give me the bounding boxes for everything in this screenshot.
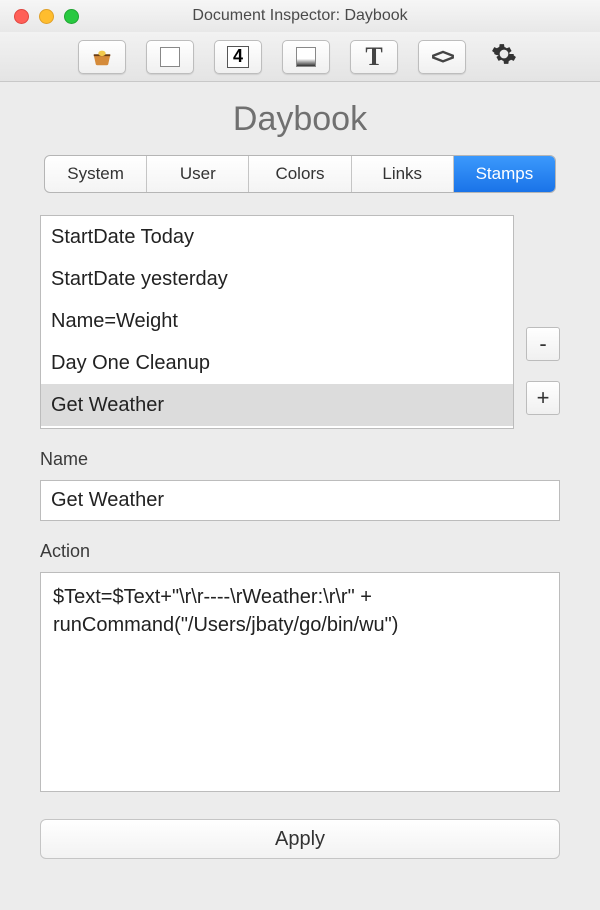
page-title: Daybook xyxy=(0,82,600,155)
basket-icon xyxy=(91,46,113,68)
tab-user[interactable]: User xyxy=(147,156,249,192)
text-icon: T xyxy=(365,42,382,72)
toolbar: 4 T <> xyxy=(0,32,600,82)
list-item[interactable]: Day One Cleanup xyxy=(41,342,513,384)
stamps-list[interactable]: StartDate TodayStartDate yesterdayName=W… xyxy=(40,215,514,429)
list-item[interactable]: StartDate yesterday xyxy=(41,258,513,300)
toolbar-blank-button[interactable] xyxy=(146,40,194,74)
toolbar-basket-button[interactable] xyxy=(78,40,126,74)
tab-system[interactable]: System xyxy=(45,156,147,192)
titlebar: Document Inspector: Daybook xyxy=(0,0,600,32)
remove-stamp-button[interactable]: - xyxy=(526,327,560,361)
name-input[interactable] xyxy=(40,480,560,521)
action-label: Action xyxy=(40,541,560,562)
gear-icon xyxy=(491,41,517,72)
window-controls xyxy=(14,9,79,24)
list-side-buttons: - + xyxy=(526,327,560,415)
tab-colors[interactable]: Colors xyxy=(249,156,351,192)
code-icon: <> xyxy=(431,44,453,70)
toolbar-gradient-button[interactable] xyxy=(282,40,330,74)
list-item[interactable]: StartDate Today xyxy=(41,216,513,258)
toolbar-four-button[interactable]: 4 xyxy=(214,40,262,74)
list-item[interactable]: Get Weather xyxy=(41,384,513,426)
apply-button[interactable]: Apply xyxy=(40,819,560,859)
toolbar-text-button[interactable]: T xyxy=(350,40,398,74)
action-input[interactable] xyxy=(40,572,560,792)
number-four-icon: 4 xyxy=(227,46,249,68)
add-stamp-button[interactable]: + xyxy=(526,381,560,415)
minimize-window-button[interactable] xyxy=(39,9,54,24)
tab-stamps[interactable]: Stamps xyxy=(454,156,555,192)
blank-icon xyxy=(160,47,180,67)
name-label: Name xyxy=(40,449,560,470)
toolbar-code-button[interactable]: <> xyxy=(418,40,466,74)
list-item[interactable]: Name=Weight xyxy=(41,300,513,342)
tab-links[interactable]: Links xyxy=(352,156,454,192)
stamps-panel: StartDate TodayStartDate yesterdayName=W… xyxy=(0,193,600,879)
zoom-window-button[interactable] xyxy=(64,9,79,24)
toolbar-settings-button[interactable] xyxy=(486,40,522,74)
window-title: Document Inspector: Daybook xyxy=(0,7,600,25)
tab-bar: SystemUserColorsLinksStamps xyxy=(44,155,556,193)
close-window-button[interactable] xyxy=(14,9,29,24)
gradient-icon xyxy=(296,47,316,67)
